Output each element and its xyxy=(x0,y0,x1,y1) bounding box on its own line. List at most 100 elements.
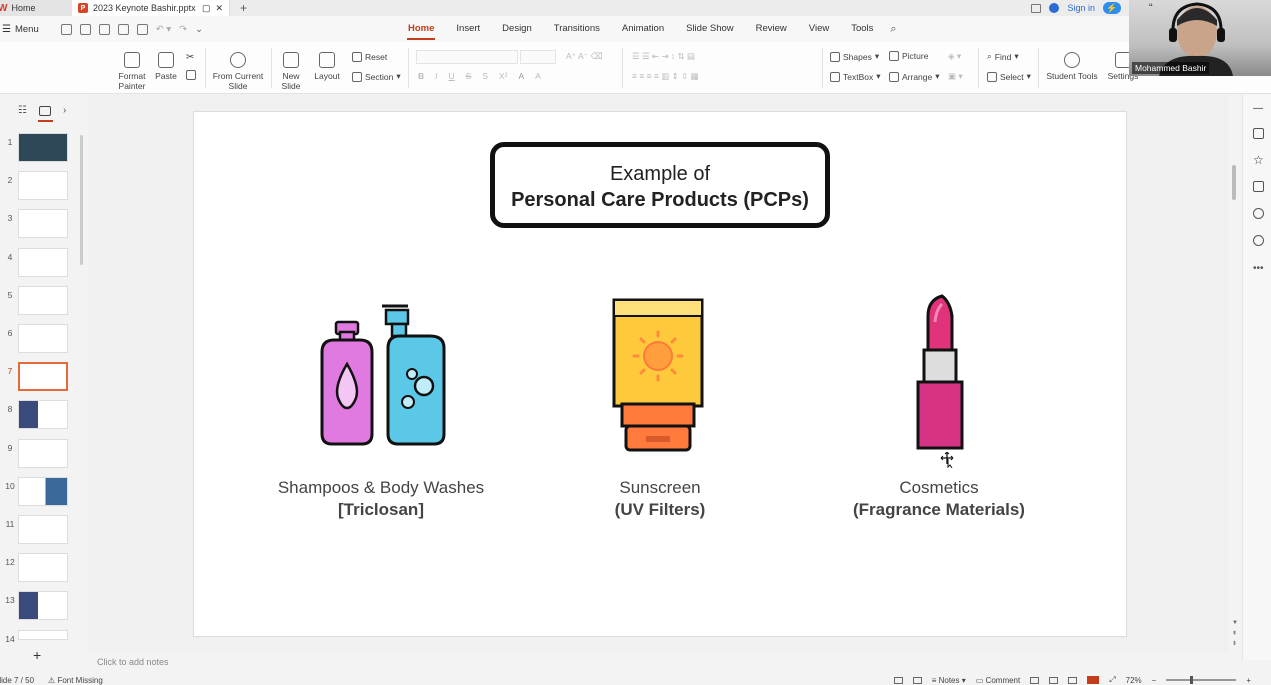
upgrade-bolt-icon[interactable]: ⚡ xyxy=(1103,2,1121,14)
slide-thumbnail[interactable] xyxy=(18,209,68,239)
underline-button[interactable]: U xyxy=(449,71,455,81)
slide-thumbnail-item[interactable]: 1 xyxy=(0,133,88,167)
tab-transitions[interactable]: Transitions xyxy=(543,16,611,42)
slide-thumbnail-item[interactable]: 9 xyxy=(0,438,88,473)
find-button[interactable]: ⌕ Find ▾ xyxy=(987,51,1019,62)
slide-thumbnail-item[interactable]: 2 xyxy=(0,171,88,205)
collapse-panel-icon[interactable]: › xyxy=(63,105,66,116)
tab-design[interactable]: Design xyxy=(491,16,543,42)
layout-button[interactable]: Layout xyxy=(309,52,345,81)
section-button[interactable]: Section ▾ xyxy=(352,71,401,82)
restore-tab-icon[interactable]: ▢ xyxy=(202,3,211,14)
fit-to-window-icon[interactable]: ⤢ xyxy=(1109,675,1115,685)
slide-sorter-icon[interactable] xyxy=(1049,676,1059,684)
scroll-down-arrow-icon[interactable]: ▼ xyxy=(1232,620,1238,626)
comment-toggle[interactable]: ▭ Comment xyxy=(976,676,1020,685)
zoom-out-icon[interactable]: − xyxy=(1152,676,1157,685)
slide-view-icon[interactable] xyxy=(38,105,51,116)
tab-tools[interactable]: Tools xyxy=(840,16,884,42)
window-mode-icon[interactable] xyxy=(1031,3,1042,13)
slide-thumbnail-item[interactable]: 5 xyxy=(0,285,88,320)
search-icon[interactable]: ⌕ xyxy=(890,23,896,36)
slide-thumbnail[interactable] xyxy=(18,476,68,506)
shadow-button[interactable]: S xyxy=(482,71,488,81)
zoom-slider[interactable] xyxy=(1166,676,1237,684)
slide-thumbnail[interactable] xyxy=(18,133,68,162)
fill-button[interactable]: ◈ ▾ xyxy=(948,51,961,62)
highlight-button[interactable]: A xyxy=(535,71,541,81)
normal-view-icon[interactable] xyxy=(1030,676,1040,684)
more-options-icon[interactable]: ••• xyxy=(1253,263,1264,274)
font-size-select[interactable] xyxy=(520,50,556,64)
outline-view-icon[interactable]: ☷ xyxy=(18,105,27,116)
sign-in-link[interactable]: Sign in xyxy=(1067,3,1095,13)
tab-home[interactable]: Home xyxy=(397,16,445,42)
page-up-icon[interactable]: ⇞ xyxy=(1232,630,1237,637)
user-icon[interactable] xyxy=(1049,3,1060,13)
slide-thumbnail[interactable] xyxy=(18,324,68,353)
slide-thumbnail[interactable] xyxy=(18,553,68,583)
open-folder-icon[interactable] xyxy=(60,23,72,35)
slide-thumbnail[interactable] xyxy=(18,591,68,621)
zoom-level[interactable]: 72% xyxy=(1126,676,1142,685)
slide-thumbnail-item[interactable]: 11 xyxy=(0,515,88,549)
copy-button[interactable] xyxy=(186,70,196,80)
tab-review[interactable]: Review xyxy=(745,16,798,42)
fit-icon[interactable] xyxy=(893,676,903,684)
product-sunscreen[interactable]: Sunscreen (UV Filters) xyxy=(510,478,810,520)
customize-chevron-icon[interactable]: ⌄ xyxy=(195,24,203,35)
slide-thumbnail[interactable] xyxy=(18,438,68,468)
slide-title-box[interactable]: Example of Personal Care Products (PCPs) xyxy=(490,142,830,228)
new-slide-button[interactable]: New Slide xyxy=(276,52,306,91)
slide-thumbnail[interactable] xyxy=(18,285,68,315)
slide-thumbnail-item[interactable]: 12 xyxy=(0,553,88,587)
slide-thumbnail-item[interactable]: 3 xyxy=(0,209,88,243)
close-tab-icon[interactable]: ✕ xyxy=(215,3,223,14)
slide-thumbnail[interactable] xyxy=(18,362,68,392)
slide-thumbnail-item[interactable]: 7 xyxy=(0,362,88,396)
paragraph-align-buttons[interactable]: ≡ ≡ ≡ ≡ ▥ ⇕ ⇳ ▦ xyxy=(632,71,699,82)
superscript-button[interactable]: X² xyxy=(499,71,508,81)
help-icon[interactable] xyxy=(1253,235,1264,246)
lipstick-icon[interactable] xyxy=(916,294,966,452)
slide-thumbnail-item[interactable]: 6 xyxy=(0,324,88,358)
slideshow-play-icon[interactable] xyxy=(1087,676,1100,684)
add-slide-button[interactable]: + xyxy=(33,647,41,663)
slide-thumbnail[interactable] xyxy=(18,629,68,640)
hamburger-menu-icon[interactable]: ☰ xyxy=(2,24,11,35)
print-preview-icon[interactable] xyxy=(136,23,148,35)
cut-icon[interactable]: ✂ xyxy=(186,52,194,63)
reset-button[interactable]: Reset xyxy=(352,52,387,62)
slide-thumbnail[interactable] xyxy=(18,171,68,201)
print-icon[interactable] xyxy=(117,23,129,35)
paragraph-list-buttons[interactable]: ☰ ☰ ⇤ ⇥ ↕ ⇅ ▤ xyxy=(632,51,695,62)
slide-thumbnail-item[interactable]: 14 xyxy=(0,629,88,644)
font-grow-shrink[interactable]: A⁺ A⁻ ⌫ xyxy=(566,51,603,62)
undo-icon[interactable]: ↶ ▾ xyxy=(156,24,171,35)
italic-button[interactable]: I xyxy=(435,71,437,81)
slide-thumbnail-item[interactable]: 10 xyxy=(0,476,88,511)
font-missing-warning[interactable]: ⚠ Font Missing xyxy=(48,676,103,685)
product-shampoo[interactable]: Shampoos & Body Washes [Triclosan] xyxy=(231,478,531,520)
paste-button[interactable]: Paste xyxy=(150,52,182,81)
document-tab[interactable]: P 2023 Keynote Bashir.pptx ▢ ✕ xyxy=(72,0,230,16)
home-tab[interactable]: W Home xyxy=(0,0,72,16)
slide-thumbnail-item[interactable]: 4 xyxy=(0,247,88,282)
slide-thumbnail[interactable] xyxy=(18,400,68,430)
textbox-button[interactable]: TextBox ▾ xyxy=(830,71,881,82)
tab-view[interactable]: View xyxy=(798,16,840,42)
font-name-select[interactable] xyxy=(416,50,518,64)
export-pdf-icon[interactable] xyxy=(98,23,110,35)
canvas-vertical-scrollbar[interactable] xyxy=(1232,165,1236,200)
new-tab-button[interactable]: + xyxy=(240,1,247,15)
picture-button[interactable]: Picture xyxy=(889,51,928,61)
notes-toggle[interactable]: ≡ Notes ▾ xyxy=(932,676,966,685)
select-button[interactable]: Select ▾ xyxy=(987,71,1031,82)
shampoo-bottles-icon[interactable] xyxy=(312,302,452,448)
favorite-star-icon[interactable]: ☆ xyxy=(1253,153,1264,167)
outline-button[interactable]: ▣ ▾ xyxy=(948,71,963,82)
notes-pane[interactable]: Click to add notes xyxy=(88,652,1228,672)
slide-thumbnail[interactable] xyxy=(18,515,68,544)
redo-icon[interactable]: ↷ xyxy=(179,24,187,35)
page-down-icon[interactable]: ⇟ xyxy=(1232,640,1237,647)
